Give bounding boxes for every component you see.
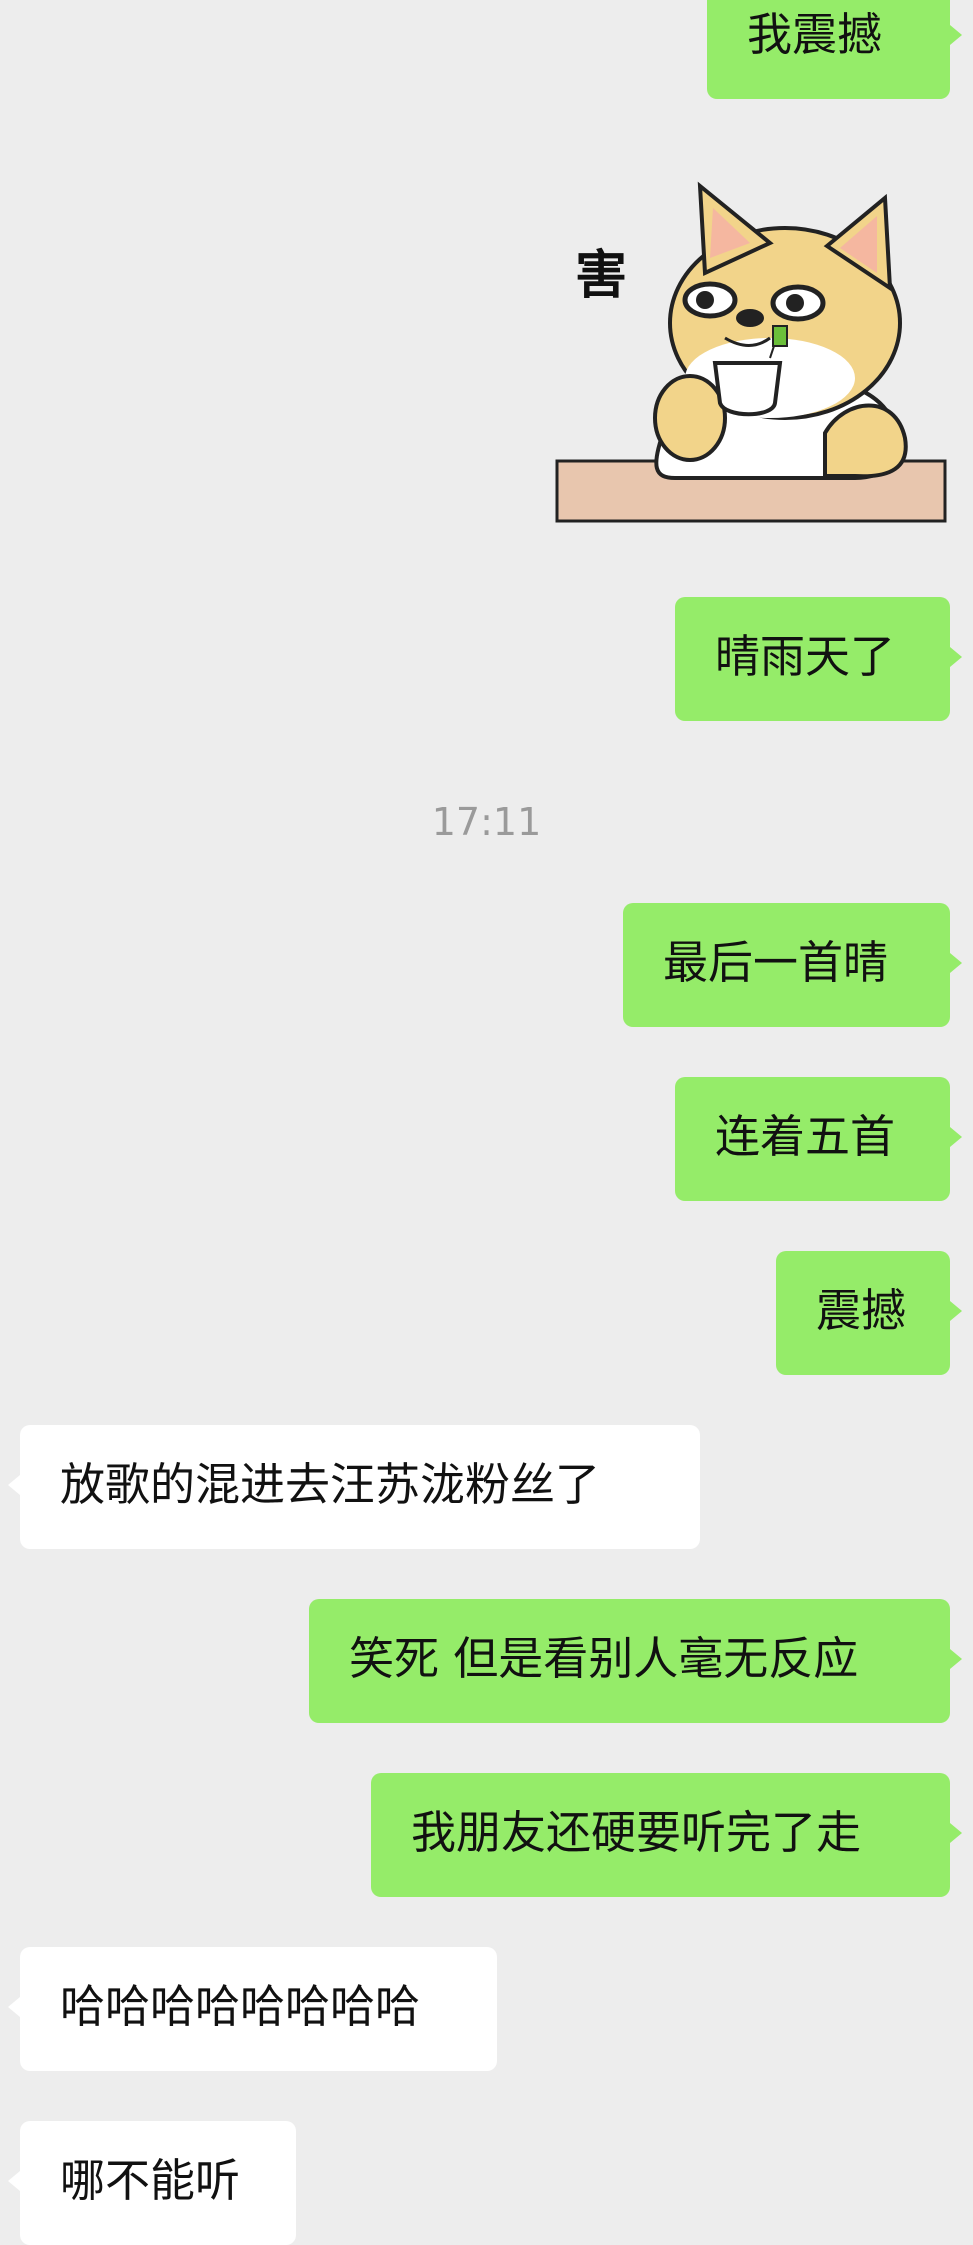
shiba-dog-drinking-tea-icon: 害 <box>555 181 947 523</box>
message-text: 连着五首 <box>715 1110 896 1163</box>
message-bubble-received[interactable]: 哪不能听 <box>8 2121 296 2245</box>
message-text: 最后一首晴 <box>663 936 889 989</box>
message-text: 晴雨天了 <box>715 630 896 683</box>
message-text: 哈哈哈哈哈哈哈哈 <box>60 1980 421 2033</box>
sticker-message[interactable]: 害 <box>555 178 948 523</box>
message-bubble-sent[interactable]: 晴雨天了 <box>675 597 962 721</box>
message-text: 笑死 但是看别人毫无反应 <box>349 1632 859 1685</box>
message-text: 哪不能听 <box>60 2154 241 2207</box>
message-bubble-received[interactable]: 哈哈哈哈哈哈哈哈 <box>8 1947 497 2071</box>
message-bubble-received[interactable]: 放歌的混进去汪苏泷粉丝了 <box>8 1425 700 1549</box>
message-bubble-sent[interactable]: 连着五首 <box>675 1077 962 1201</box>
message-text: 我朋友还硬要听完了走 <box>411 1806 862 1859</box>
message-text: 我震撼 <box>747 8 883 61</box>
message-text: 放歌的混进去汪苏泷粉丝了 <box>60 1458 601 1511</box>
message-bubble-sent[interactable]: 最后一首晴 <box>623 903 962 1027</box>
message-bubble-sent[interactable]: 我朋友还硬要听完了走 <box>371 1773 962 1897</box>
timestamp: 17:11 <box>431 800 542 844</box>
message-bubble-sent[interactable]: 震撼 <box>776 1251 962 1375</box>
message-text: 震撼 <box>816 1284 907 1337</box>
message-bubble-sent[interactable]: 我震撼 <box>707 0 962 99</box>
message-bubble-sent[interactable]: 笑死 但是看别人毫无反应 <box>309 1599 962 1723</box>
sticker-caption: 害 <box>575 246 627 306</box>
